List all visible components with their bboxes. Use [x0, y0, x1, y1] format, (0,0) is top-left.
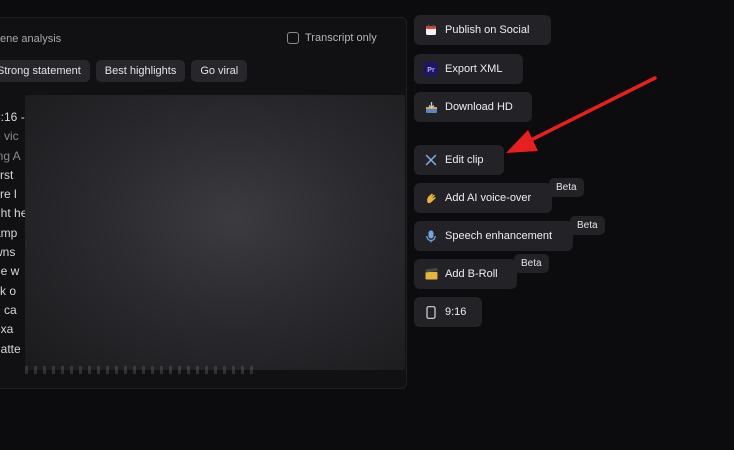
publish-on-social-label: Publish on Social: [445, 24, 530, 36]
calendar-icon: [424, 23, 438, 37]
aspect-ratio-button[interactable]: 9:16: [414, 297, 482, 327]
scissors-icon: [424, 153, 438, 167]
export-xml-button[interactable]: Pr Export XML: [414, 54, 523, 84]
filter-chips: Strong statement Best highlights Go vira…: [0, 60, 248, 82]
panel-title: ene analysis: [0, 33, 62, 45]
chip-strong-statement[interactable]: Strong statement: [0, 60, 90, 82]
chip-best-highlights[interactable]: Best highlights: [95, 60, 186, 82]
transcript-only-checkbox[interactable]: [287, 32, 299, 44]
premiere-pro-icon: Pr: [424, 62, 438, 76]
waving-hand-icon: [424, 191, 438, 205]
chip-go-viral[interactable]: Go viral: [191, 60, 248, 82]
download-inbox-icon: [424, 100, 438, 114]
clapperboard-icon: [424, 267, 438, 281]
edit-clip-label: Edit clip: [445, 154, 484, 166]
transcript-only-label: Transcript only: [305, 32, 377, 44]
speech-enhancement-label: Speech enhancement: [445, 230, 553, 242]
voice-over-label: Add AI voice-over: [445, 192, 532, 204]
beta-badge-voice-over: Beta: [549, 178, 584, 197]
premiere-badge-text: Pr: [427, 67, 435, 74]
aspect-ratio-label: 9:16: [445, 306, 467, 318]
export-xml-label: Export XML: [445, 63, 503, 75]
add-b-roll-label: Add B-Roll: [445, 268, 498, 280]
speech-enhancement-button[interactable]: Speech enhancement: [414, 221, 573, 251]
transcript-only-toggle[interactable]: Transcript only: [287, 32, 377, 44]
download-hd-label: Download HD: [445, 101, 513, 113]
edit-clip-button[interactable]: Edit clip: [414, 145, 504, 175]
download-hd-button[interactable]: Download HD: [414, 92, 532, 122]
phone-icon: [424, 305, 438, 319]
transcript-fade: [25, 366, 255, 374]
beta-badge-speech: Beta: [570, 216, 605, 235]
add-b-roll-button[interactable]: Add B-Roll: [414, 259, 517, 289]
blurred-video-preview: [25, 95, 405, 370]
microphone-icon: [424, 229, 438, 243]
publish-on-social-button[interactable]: Publish on Social: [414, 15, 551, 45]
beta-badge-b-roll: Beta: [514, 254, 549, 273]
add-ai-voice-over-button[interactable]: Add AI voice-over: [414, 183, 552, 213]
